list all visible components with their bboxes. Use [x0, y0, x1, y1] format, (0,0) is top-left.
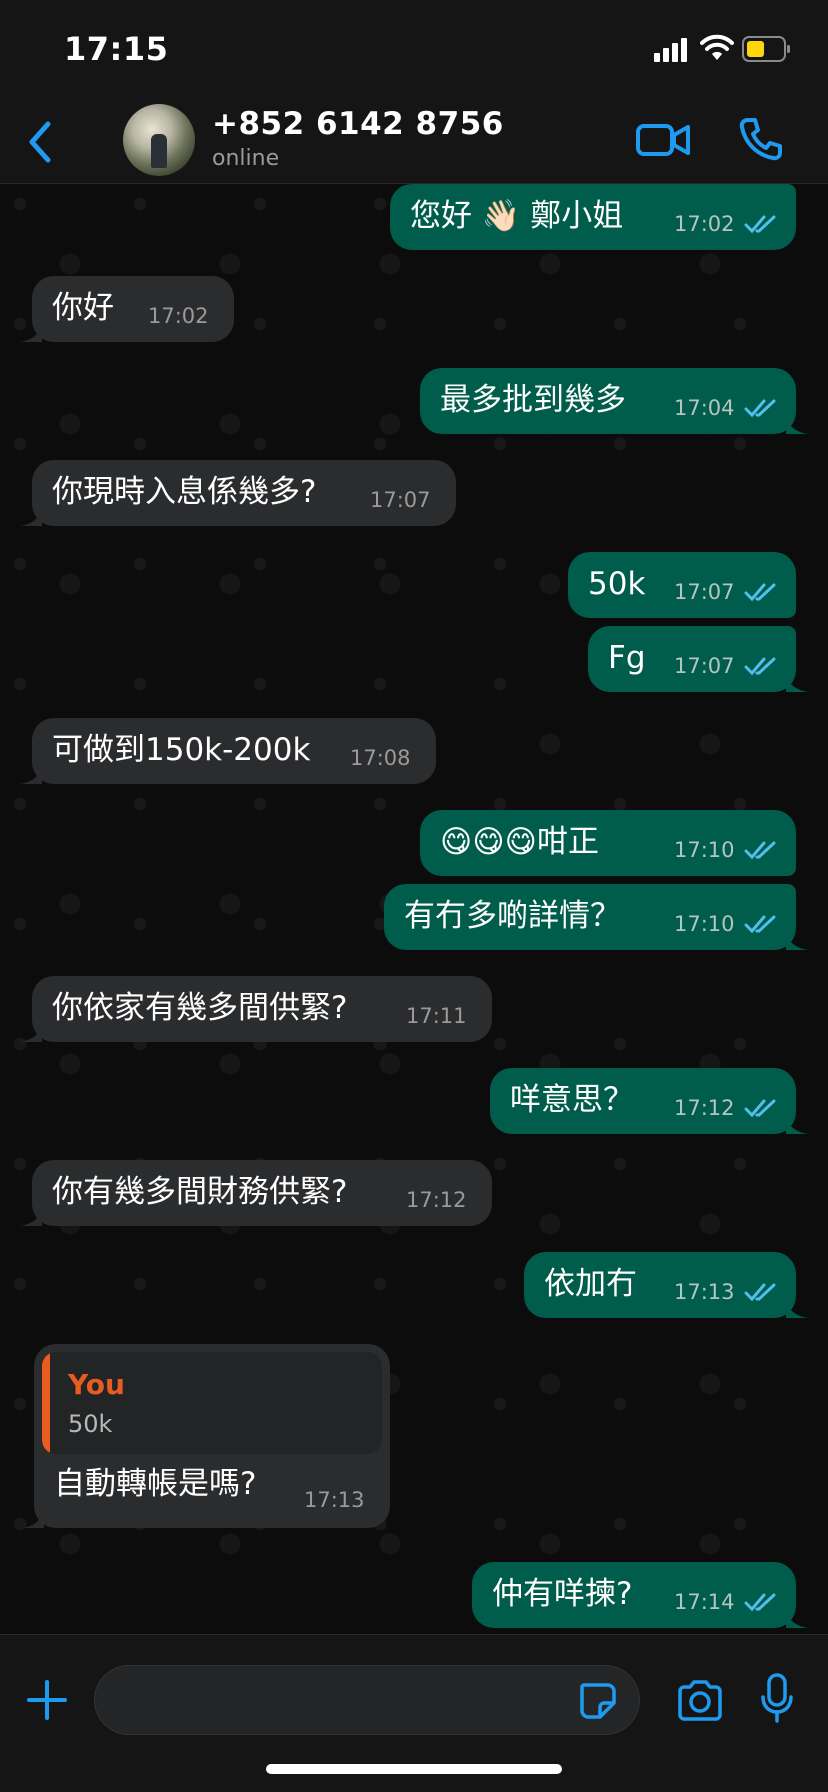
message-bubble-incoming[interactable]: 你有幾多間財務供緊? 17:12	[20, 1160, 492, 1226]
message-bubble-outgoing[interactable]: 有冇多啲詳情？ 17:10	[384, 884, 808, 950]
contact-name[interactable]: +852 6142 8756	[212, 106, 504, 142]
signal-icon	[654, 38, 687, 62]
bubble-tail	[20, 1020, 42, 1042]
message-text: 有冇多啲詳情？	[404, 898, 621, 934]
read-receipt-icon	[744, 1099, 776, 1118]
message-time: 17:14	[674, 1590, 735, 1614]
message-text: 50k	[588, 566, 646, 602]
message-bubble-outgoing[interactable]: 最多批到幾多 17:04	[420, 368, 808, 434]
read-receipt-icon	[744, 657, 776, 676]
message-bubble-outgoing[interactable]: 仲有咩揀? 17:14	[472, 1562, 808, 1628]
bubble-tail	[786, 928, 808, 950]
read-receipt-icon	[744, 1283, 776, 1302]
message-bubble-outgoing[interactable]: 依加冇 17:13	[524, 1252, 808, 1318]
bubble-tail	[786, 1606, 808, 1628]
message-bubble-incoming[interactable]: 可做到150k-200k 17:08	[20, 718, 436, 784]
message-text: Fg	[608, 640, 646, 676]
quote-author: You	[68, 1368, 125, 1401]
read-receipt-icon	[744, 583, 776, 602]
contact-status: online	[212, 146, 280, 171]
message-text: 你有幾多間財務供緊?	[52, 1174, 348, 1210]
read-receipt-icon	[744, 1593, 776, 1612]
message-time: 17:07	[370, 488, 431, 512]
message-time: 17:13	[674, 1280, 735, 1304]
message-input[interactable]	[94, 1665, 640, 1735]
message-bubble-incoming-reply[interactable]: You 50k 自動轉帳是嗎? 17:13	[22, 1344, 390, 1528]
message-text: 自動轉帳是嗎?	[54, 1466, 257, 1502]
bubble-tail	[20, 320, 42, 342]
bubble-tail	[22, 1506, 44, 1528]
message-text: 最多批到幾多	[440, 382, 626, 418]
wifi-icon	[700, 34, 734, 60]
bubble-tail	[20, 1204, 42, 1226]
video-call-icon[interactable]	[636, 120, 690, 160]
back-icon[interactable]	[24, 120, 56, 164]
message-time: 17:04	[674, 396, 735, 420]
message-text: 你現時入息係幾多?	[52, 474, 317, 510]
camera-icon[interactable]	[676, 1679, 724, 1721]
battery-icon	[742, 36, 790, 62]
plus-icon[interactable]	[26, 1679, 68, 1721]
sticker-icon[interactable]	[578, 1681, 618, 1721]
home-indicator[interactable]	[266, 1764, 562, 1774]
message-bubble-incoming[interactable]: 你現時入息係幾多? 17:07	[20, 460, 456, 526]
status-bar: 17:15	[0, 0, 828, 100]
read-receipt-icon	[744, 841, 776, 860]
message-text: 咩意思？	[510, 1082, 634, 1118]
message-bubble-outgoing[interactable]: 😋😋😋咁正 17:10	[420, 810, 796, 876]
status-time: 17:15	[64, 30, 169, 68]
message-time: 17:08	[350, 746, 411, 770]
bubble-tail	[20, 762, 42, 784]
message-time: 17:10	[674, 912, 735, 936]
message-time: 17:02	[148, 304, 209, 328]
message-text: 仲有咩揀?	[492, 1576, 633, 1612]
message-text: 你依家有幾多間供緊?	[52, 990, 348, 1026]
message-time: 17:11	[406, 1004, 467, 1028]
message-time: 17:13	[304, 1488, 365, 1512]
message-text: 可做到150k-200k	[52, 732, 311, 768]
message-bubble-incoming[interactable]: 你好 17:02	[20, 276, 234, 342]
quote-bar	[42, 1352, 50, 1454]
bubble-tail	[20, 504, 42, 526]
read-receipt-icon	[744, 215, 776, 234]
message-bubble-outgoing[interactable]: Fg 17:07	[588, 626, 808, 692]
message-text: 您好 👋🏻 鄭小姐	[410, 198, 624, 234]
quote-text: 50k	[68, 1410, 113, 1438]
message-text: 你好	[52, 290, 114, 326]
bubble-tail	[786, 412, 808, 434]
message-time: 17:10	[674, 838, 735, 862]
avatar[interactable]	[123, 104, 195, 176]
message-bubble-outgoing[interactable]: 咩意思？ 17:12	[490, 1068, 808, 1134]
message-time: 17:12	[406, 1188, 467, 1212]
message-text: 依加冇	[544, 1266, 637, 1302]
bubble-tail	[786, 670, 808, 692]
bubble-tail	[786, 1296, 808, 1318]
read-receipt-icon	[744, 915, 776, 934]
bubble-tail	[786, 1112, 808, 1134]
chat-header: +852 6142 8756 online	[0, 100, 828, 184]
message-time: 17:07	[674, 654, 735, 678]
message-bubble-outgoing[interactable]: 您好 👋🏻 鄭小姐 17:02	[390, 184, 796, 250]
quoted-message[interactable]: You 50k	[42, 1352, 382, 1454]
message-time: 17:12	[674, 1096, 735, 1120]
phone-icon[interactable]	[738, 116, 784, 162]
message-time: 17:02	[674, 212, 735, 236]
message-text: 😋😋😋咁正	[440, 824, 599, 860]
avatar-figure	[151, 134, 167, 168]
message-time: 17:07	[674, 580, 735, 604]
message-bubble-outgoing[interactable]: 50k 17:07	[568, 552, 796, 618]
read-receipt-icon	[744, 399, 776, 418]
chat-area[interactable]: 您好 👋🏻 鄭小姐 17:02 你好 17:02 最多批到幾多 17:04 你現…	[0, 184, 828, 1634]
microphone-icon[interactable]	[760, 1673, 794, 1723]
message-bubble-incoming[interactable]: 你依家有幾多間供緊? 17:11	[20, 976, 492, 1042]
